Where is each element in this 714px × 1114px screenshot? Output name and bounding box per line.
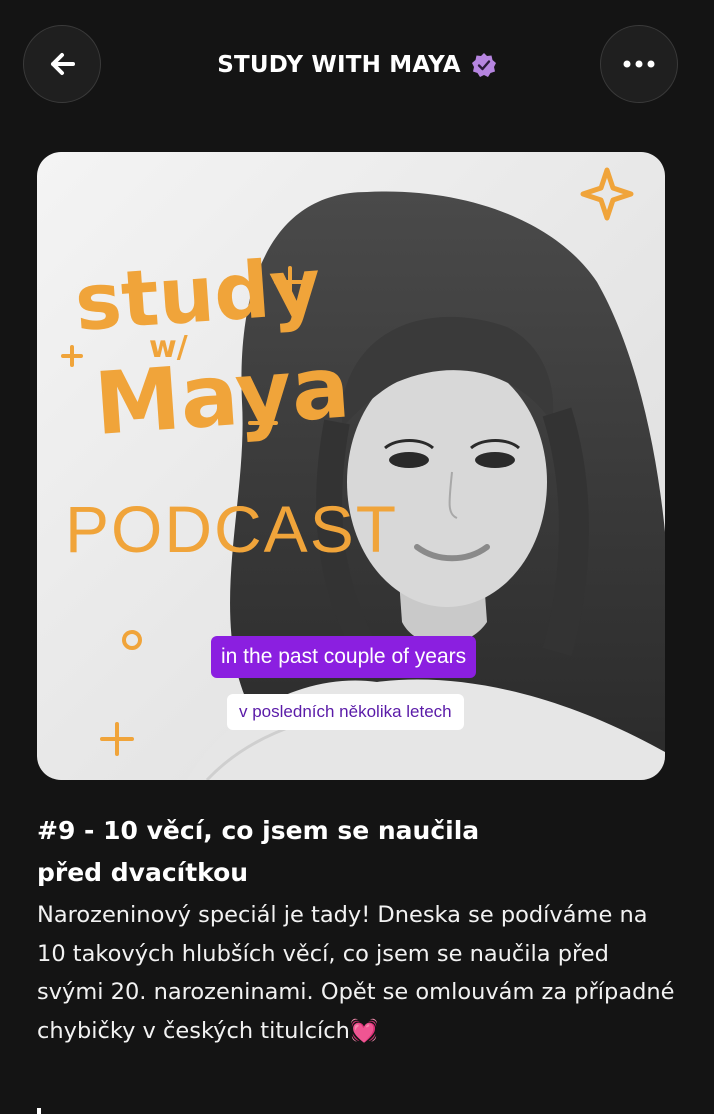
top-bar: STUDY WITH MAYA [0, 0, 714, 130]
episode-title-line1: #9 - 10 věcí, co jsem se naučila [37, 816, 480, 845]
page-title: STUDY WITH MAYA [217, 52, 461, 78]
more-options-button[interactable] [600, 25, 678, 103]
cover-logo-maya: Maya [91, 337, 352, 455]
verified-badge-icon [471, 53, 496, 77]
cover-image: study w/ Maya PODCAST [37, 152, 665, 780]
content-cutoff-marker [37, 1108, 41, 1114]
heart-emoji-icon: 💓 [349, 1017, 378, 1044]
subtitle-caption-czech: v posledních několika letech [227, 694, 464, 730]
arrow-left-icon [51, 53, 75, 75]
back-button[interactable] [23, 25, 101, 103]
header-title-group: STUDY WITH MAYA [110, 44, 604, 86]
subtitle-caption-english: in the past couple of years [211, 636, 477, 678]
cover-logo-podcast: PODCAST [65, 492, 398, 566]
episode-description: Narozeninový speciál je tady! Dneska se … [37, 896, 677, 1050]
more-horizontal-icon [623, 60, 655, 68]
podcast-cover-art: study w/ Maya PODCAST in the past couple… [37, 152, 665, 780]
cover-logo-study: study [72, 242, 324, 349]
episode-title: #9 - 10 věcí, co jsem se naučila před dv… [37, 810, 557, 894]
episode-title-line2: před dvacítkou [37, 858, 249, 887]
